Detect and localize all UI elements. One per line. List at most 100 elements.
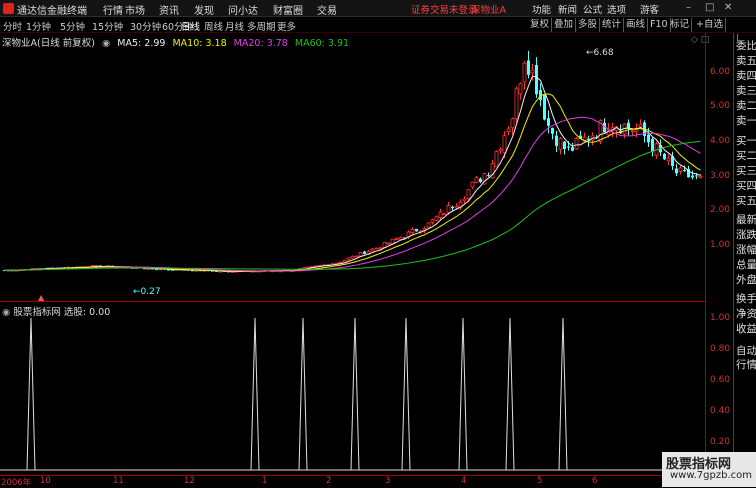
candle (551, 127, 554, 140)
candle (415, 228, 418, 232)
signal-spike (558, 317, 568, 471)
signal-spike (298, 317, 308, 471)
watermark-badge: 股票指标网 www.7gpzb.com (662, 452, 756, 487)
candle (574, 137, 579, 150)
indicator-value: 0.00 (89, 307, 111, 318)
panel-item: 外盘 (736, 274, 756, 286)
panel-item: 卖一 (736, 115, 756, 127)
candle (563, 140, 566, 155)
ma20-label: MA20: 3.78 (233, 38, 288, 49)
chart-controls[interactable]: ◇ □ (691, 35, 709, 45)
quote-side-panel: L 委比 卖五 卖四 卖三 卖二 卖一 买一 买二 买三 买四 买五 最新 涨跌… (733, 33, 756, 474)
indicator-legend: ◉ 股票指标网 选股: 0.00 (2, 304, 110, 318)
candle (539, 83, 542, 107)
x-tick: 5 (537, 476, 543, 486)
candle (638, 119, 643, 128)
candle (462, 196, 467, 204)
panel-item: 收益 (736, 323, 756, 335)
candle (651, 137, 654, 157)
x-tick: 11 (113, 476, 124, 486)
candle (627, 119, 630, 136)
signal-spike (250, 317, 260, 471)
signal-spike (401, 317, 411, 471)
candle (675, 163, 678, 177)
candle (643, 120, 646, 143)
candle (691, 170, 694, 180)
candle (543, 94, 546, 121)
candle (350, 255, 355, 259)
candle (498, 147, 503, 155)
panel-item: 买一 (736, 135, 756, 147)
candle (338, 261, 343, 264)
candle (370, 248, 375, 252)
ma5-line (4, 75, 701, 272)
ind-y-tick: 0.80 (710, 344, 731, 354)
ind-y-tick: 0.60 (710, 375, 731, 385)
panel-item: 买四 (736, 180, 756, 192)
watermark-url: www.7gpzb.com (670, 470, 752, 481)
high-price-label: ←6.68 (586, 48, 614, 58)
x-tick: 3 (385, 476, 391, 486)
indicator-formula: 选股: (63, 307, 87, 318)
ma5-label: MA5: 2.99 (117, 38, 166, 49)
ind-y-tick: 0.20 (710, 437, 731, 447)
settings-icon[interactable]: ◉ (102, 38, 110, 49)
panel-item: 卖四 (736, 70, 756, 82)
candle (666, 154, 671, 165)
candle (451, 205, 454, 211)
indicator-name: 股票指标网 (13, 307, 61, 318)
panel-item: 委比 (736, 40, 756, 52)
y-tick: 6.00 (710, 67, 731, 77)
panel-item: 卖五 (736, 55, 756, 67)
panel-item: 买二 (736, 150, 756, 162)
ind-y-tick: 1.00 (710, 313, 731, 323)
candle (514, 86, 519, 123)
signal-spike (26, 317, 36, 471)
auto-button[interactable]: 自动 (736, 343, 756, 358)
x-tick: 1 (262, 476, 268, 486)
candle (547, 110, 550, 134)
candle (426, 222, 431, 228)
candle (678, 165, 683, 175)
x-tick: 2006年 (1, 478, 32, 488)
candle (342, 259, 347, 263)
candle (527, 50, 530, 79)
ma20-line (4, 116, 701, 272)
y-axis-line (705, 33, 706, 474)
ma60-label: MA60: 3.91 (294, 38, 350, 49)
main-chart-legend: 深物业A(日线 前复权) ◉ MA5: 2.99 MA10: 3.18 MA20… (2, 35, 353, 49)
candle (494, 150, 499, 168)
candle (663, 152, 666, 161)
ma10-label: MA10: 3.18 (172, 38, 227, 49)
candle (571, 142, 574, 152)
low-price-label: ←0.27 (133, 287, 161, 297)
candle (346, 257, 351, 261)
quote-button[interactable]: 行情 (736, 357, 756, 372)
candle (434, 215, 439, 222)
candle (394, 237, 399, 241)
settings-icon[interactable]: ◉ (2, 307, 10, 318)
candle (358, 252, 363, 257)
panel-item: 买五 (736, 195, 756, 207)
candle (354, 255, 359, 258)
x-tick: 10 (40, 476, 51, 486)
stock-chart-label: 深物业A(日线 前复权) (2, 38, 95, 49)
candle (659, 139, 662, 156)
pane-divider (0, 301, 705, 302)
candle (506, 125, 511, 136)
panel-item: 净资 (736, 308, 756, 320)
candle (398, 236, 403, 240)
candle (522, 61, 527, 90)
x-tick: 12 (184, 476, 195, 486)
candle (458, 199, 463, 210)
signal-spike (458, 317, 468, 471)
panel-item: 买三 (736, 165, 756, 177)
y-tick: 3.00 (710, 171, 731, 181)
panel-item: 换手 (736, 293, 756, 305)
kline-chart[interactable]: ←6.68←0.27▲ (0, 0, 733, 487)
candle (630, 129, 635, 136)
panel-item: 卖二 (736, 100, 756, 112)
y-tick: 2.00 (710, 205, 731, 215)
y-tick: 1.00 (710, 240, 731, 250)
signal-spike (505, 317, 515, 471)
